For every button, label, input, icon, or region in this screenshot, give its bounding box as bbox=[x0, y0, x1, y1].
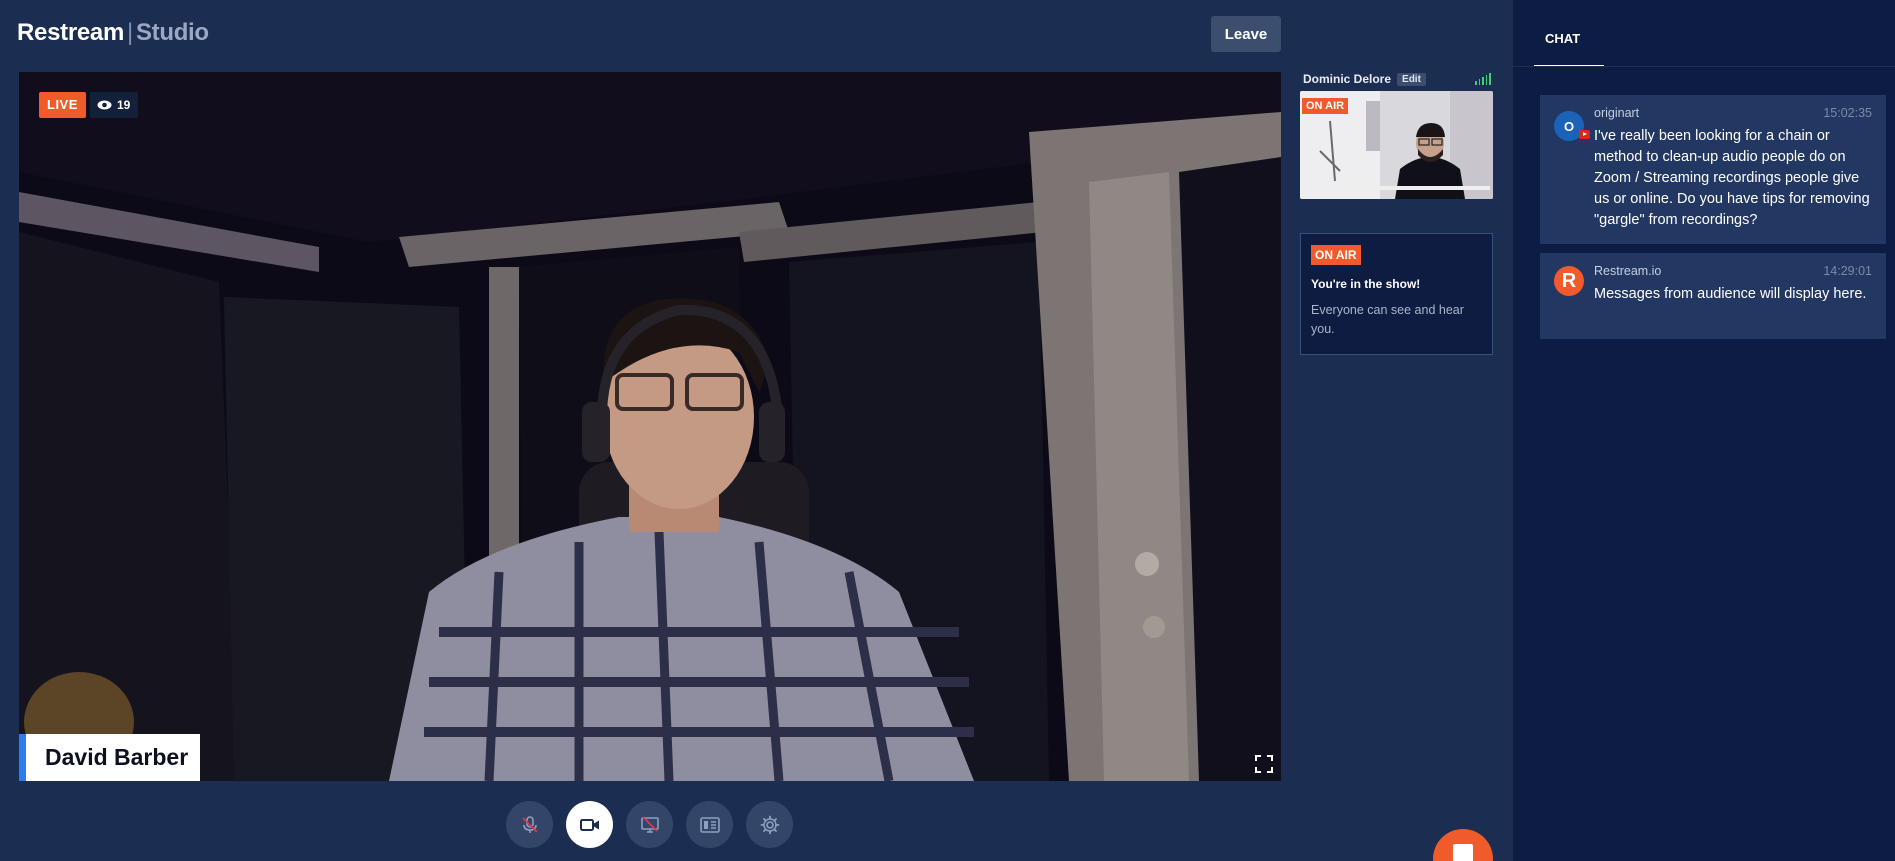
gear-icon bbox=[760, 815, 779, 834]
screen-share-off-icon bbox=[640, 815, 659, 833]
app-logo: Restream | Studio bbox=[17, 19, 209, 47]
message-time: 14:29:01 bbox=[1823, 264, 1872, 278]
chat-message: O originart 15:02:35 I've really been lo… bbox=[1540, 95, 1886, 244]
onair-info-box: ON AIR You're in the show! Everyone can … bbox=[1300, 233, 1493, 355]
layout-icon bbox=[699, 816, 720, 833]
guest-name: Dominic Delore bbox=[1303, 72, 1392, 86]
guest-onair-badge: ON AIR bbox=[1302, 98, 1349, 114]
layout-button[interactable] bbox=[686, 801, 733, 848]
mic-off-icon bbox=[521, 815, 538, 833]
tab-chat[interactable]: CHAT bbox=[1534, 0, 1604, 67]
guest-video-thumbnail[interactable]: ON AIR bbox=[1300, 91, 1493, 199]
avatar: R bbox=[1554, 266, 1584, 296]
fullscreen-icon[interactable] bbox=[1255, 755, 1273, 773]
chat-message: R Restream.io 14:29:01 Messages from aud… bbox=[1540, 253, 1886, 339]
message-time: 15:02:35 bbox=[1823, 106, 1872, 120]
eye-icon bbox=[97, 100, 112, 110]
chat-support-button[interactable] bbox=[1433, 829, 1493, 861]
chat-divider bbox=[1513, 66, 1895, 67]
onair-badge: ON AIR bbox=[1311, 245, 1361, 265]
camera-icon bbox=[579, 818, 599, 831]
info-text: Everyone can see and hear you. bbox=[1311, 303, 1464, 336]
brand-separator: | bbox=[127, 19, 133, 46]
live-badge: LIVE bbox=[39, 92, 86, 118]
youtube-icon bbox=[1579, 130, 1590, 139]
info-title: You're in the show! bbox=[1311, 277, 1421, 291]
presenter-video-frame bbox=[19, 72, 1281, 781]
share-screen-button[interactable] bbox=[626, 801, 673, 848]
edit-name-button[interactable]: Edit bbox=[1397, 72, 1426, 86]
guest-name-row: Dominic Delore Edit bbox=[1303, 72, 1426, 86]
main-video-feed: LIVE 19 David Barber bbox=[19, 72, 1281, 781]
camera-button[interactable] bbox=[566, 801, 613, 848]
message-text: Messages from audience will display here… bbox=[1594, 286, 1867, 302]
brand-name: Restream bbox=[17, 19, 124, 46]
mute-mic-button[interactable] bbox=[506, 801, 553, 848]
chat-panel: CHAT O originart 15:02:35 I've really be… bbox=[1513, 0, 1895, 861]
chat-bubble-icon bbox=[1453, 844, 1473, 861]
viewer-count-badge: 19 bbox=[90, 92, 139, 118]
presenter-name-tag: David Barber bbox=[19, 734, 201, 781]
signal-strength-icon bbox=[1475, 73, 1491, 85]
settings-button[interactable] bbox=[746, 801, 793, 848]
viewer-count: 19 bbox=[117, 98, 131, 112]
message-text: I've really been looking for a chain or … bbox=[1594, 128, 1870, 228]
control-bar bbox=[506, 801, 793, 848]
brand-product: Studio bbox=[135, 19, 209, 46]
leave-button[interactable]: Leave bbox=[1211, 16, 1281, 52]
